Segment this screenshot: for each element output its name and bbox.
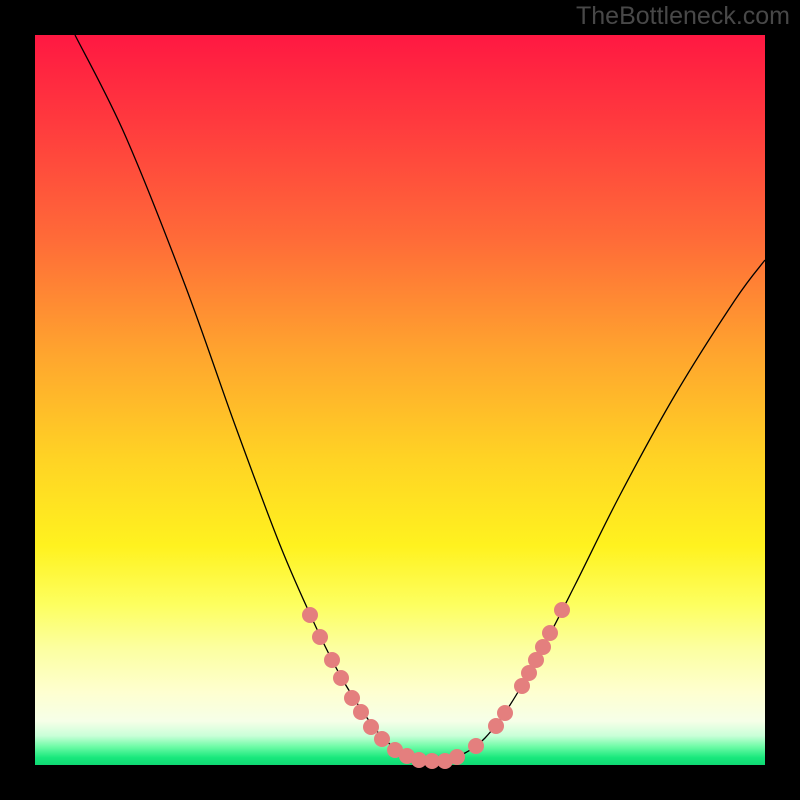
scatter-dot: [449, 749, 465, 765]
scatter-dot: [333, 670, 349, 686]
scatter-dot: [353, 704, 369, 720]
scatter-dot: [344, 690, 360, 706]
scatter-dot: [554, 602, 570, 618]
scatter-dot: [312, 629, 328, 645]
scatter-dot: [497, 705, 513, 721]
scatter-dot: [374, 731, 390, 747]
scatter-dot: [535, 639, 551, 655]
scatter-dot: [488, 718, 504, 734]
scatter-dot: [324, 652, 340, 668]
scatter-dot: [542, 625, 558, 641]
scatter-dot: [468, 738, 484, 754]
scatter-dot: [363, 719, 379, 735]
bottleneck-curve: [75, 35, 765, 761]
chart-frame: TheBottleneck.com: [0, 0, 800, 800]
plot-area: [35, 35, 765, 765]
watermark-label: TheBottleneck.com: [576, 2, 790, 31]
scatter-dots: [302, 602, 570, 769]
curve-layer: [35, 35, 765, 765]
scatter-dot: [302, 607, 318, 623]
